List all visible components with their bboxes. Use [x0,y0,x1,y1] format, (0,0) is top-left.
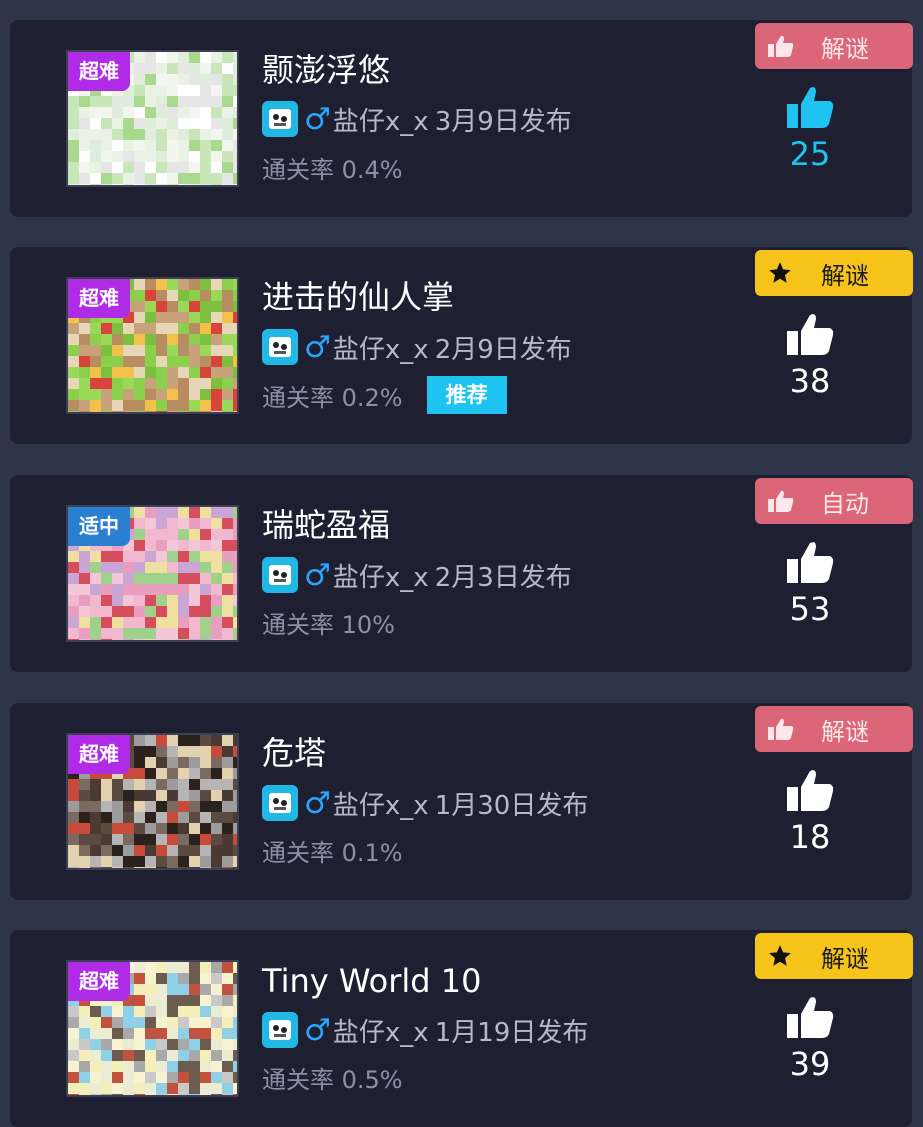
category-tag[interactable]: 自动 [755,478,913,524]
like-button[interactable]: 38 [770,311,850,399]
star-icon [767,943,797,969]
difficulty-badge: 超难 [68,279,130,318]
author-row[interactable]: ♂ 盐仔x_x 2月9日发布 [262,327,572,367]
recommend-badge: 推荐 [426,376,507,414]
level-thumbnail[interactable]: 超难 [66,733,239,870]
author-row[interactable]: ♂ 盐仔x_x 1月19日发布 [262,1010,588,1050]
level-title: 颢澎浮悠 [262,51,391,89]
like-button[interactable]: 39 [770,994,850,1082]
avatar-image [269,109,291,129]
difficulty-badge: 超难 [68,962,130,1001]
avatar-image [269,565,291,585]
category-tag-label: 解谜 [821,34,869,63]
avatar[interactable] [262,785,298,821]
pass-rate-row: 通关率 0.5% [262,1057,403,1097]
author-name: 盐仔x_x [332,106,429,137]
pass-rate: 通关率 0.1% [262,838,403,867]
thumbs-up-icon [785,84,835,134]
male-icon: ♂ [304,329,331,365]
like-count: 25 [789,135,831,173]
difficulty-badge: 适中 [68,507,130,546]
difficulty-badge: 超难 [68,735,130,774]
publish-date: 1月19日发布 [434,1017,589,1048]
pass-rate: 通关率 0.5% [262,1065,403,1094]
level-title: Tiny World 10 [262,962,482,1000]
male-icon: ♂ [304,785,331,821]
publish-date: 3月9日发布 [434,106,572,137]
pass-rate: 通关率 10% [262,610,395,639]
level-title: 进击的仙人掌 [262,278,455,316]
avatar[interactable] [262,557,298,593]
level-thumbnail[interactable]: 超难 [66,277,239,414]
male-icon: ♂ [304,1012,331,1048]
level-thumbnail[interactable]: 适中 [66,505,239,642]
level-thumbnail[interactable]: 超难 [66,960,239,1097]
pass-rate: 通关率 0.4% [262,155,403,184]
thumbs-up-icon [767,489,797,513]
level-title: 瑞蛇盈福 [262,506,391,544]
publish-date: 1月30日发布 [434,790,589,821]
avatar-image [269,793,291,813]
author-row[interactable]: ♂ 盐仔x_x 2月3日发布 [262,555,572,595]
level-thumbnail[interactable]: 超难 [66,50,239,187]
category-tag-label: 自动 [821,489,869,518]
level-card[interactable]: 超难 Tiny World 10 ♂ 盐仔x_x 1月19日发布 通关率 0.5… [10,930,913,1127]
pass-rate-row: 通关率 0.1% [262,830,403,870]
author-name: 盐仔x_x [332,334,429,365]
star-icon [767,260,797,286]
avatar[interactable] [262,329,298,365]
thumbs-up-icon [785,767,835,817]
male-icon: ♂ [304,101,331,137]
category-tag[interactable]: 解谜 [755,706,913,752]
thumbs-up-icon [785,539,835,589]
category-tag-label: 解谜 [821,717,869,746]
category-tag-label: 解谜 [821,261,869,290]
like-button[interactable]: 53 [770,539,850,627]
avatar[interactable] [262,101,298,137]
category-tag-label: 解谜 [821,944,869,973]
like-count: 53 [789,590,831,628]
level-card[interactable]: 超难 危塔 ♂ 盐仔x_x 1月30日发布 通关率 0.1% 解谜 18 [10,703,913,900]
author-row[interactable]: ♂ 盐仔x_x 1月30日发布 [262,783,588,823]
thumbs-up-icon [785,311,835,361]
author-row[interactable]: ♂ 盐仔x_x 3月9日发布 [262,99,572,139]
avatar[interactable] [262,1012,298,1048]
publish-date: 2月9日发布 [434,334,572,365]
difficulty-badge: 超难 [68,52,130,91]
like-count: 38 [789,362,831,400]
pass-rate: 通关率 0.2% [262,383,403,412]
author-name: 盐仔x_x [332,790,429,821]
category-tag[interactable]: 解谜 [755,933,913,979]
level-list: 超难 颢澎浮悠 ♂ 盐仔x_x 3月9日发布 通关率 0.4% 解谜 25 超难… [0,0,923,1127]
male-icon: ♂ [304,557,331,593]
like-button[interactable]: 18 [770,767,850,855]
level-card[interactable]: 超难 进击的仙人掌 ♂ 盐仔x_x 2月9日发布 通关率 0.2% 推荐 解谜 … [10,247,913,444]
pass-rate-row: 通关率 10% [262,602,395,642]
thumbs-up-icon [767,717,797,741]
level-card[interactable]: 超难 颢澎浮悠 ♂ 盐仔x_x 3月9日发布 通关率 0.4% 解谜 25 [10,20,913,217]
like-count: 18 [789,818,831,856]
avatar-image [269,1020,291,1040]
pass-rate-row: 通关率 0.2% 推荐 [262,375,507,415]
category-tag[interactable]: 解谜 [755,250,913,296]
thumbs-up-icon [767,34,797,58]
author-name: 盐仔x_x [332,1017,429,1048]
pass-rate-row: 通关率 0.4% [262,147,403,187]
thumbs-up-icon [785,994,835,1044]
level-title: 危塔 [262,734,327,772]
level-card[interactable]: 适中 瑞蛇盈福 ♂ 盐仔x_x 2月3日发布 通关率 10% 自动 53 [10,475,913,672]
like-button[interactable]: 25 [770,84,850,172]
author-name: 盐仔x_x [332,562,429,593]
publish-date: 2月3日发布 [434,562,572,593]
like-count: 39 [789,1045,831,1083]
avatar-image [269,337,291,357]
category-tag[interactable]: 解谜 [755,23,913,69]
